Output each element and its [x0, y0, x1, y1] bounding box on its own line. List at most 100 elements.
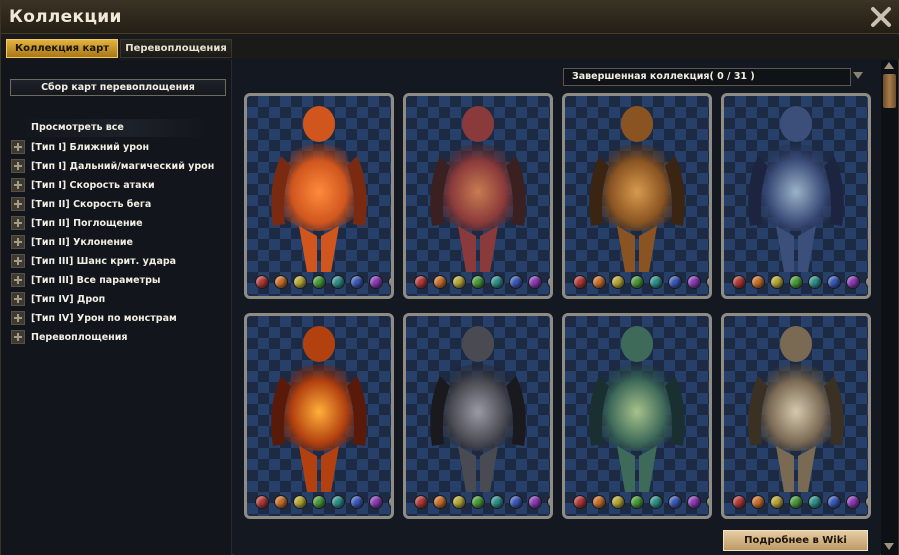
- view-all-item[interactable]: Просмотреть все: [11, 119, 211, 137]
- category-run-speed[interactable]: [Тип II] Скорость бега: [11, 196, 226, 213]
- card-gem-row: [573, 275, 709, 291]
- gem-slot-icon: [312, 495, 326, 509]
- gem-slot-icon: [789, 495, 803, 509]
- card-art: [271, 326, 367, 492]
- category-label: [Тип I] Скорость атаки: [31, 180, 155, 191]
- gem-slot-icon: [490, 275, 504, 289]
- title-bar: Коллекции: [1, 1, 899, 34]
- card-horned-warrior[interactable]: [403, 93, 553, 299]
- gem-slot-icon: [414, 495, 428, 509]
- plus-icon[interactable]: [11, 178, 25, 192]
- plus-icon[interactable]: [11, 235, 25, 249]
- card-gem-row: [732, 275, 868, 291]
- plus-icon[interactable]: [11, 311, 25, 325]
- plus-icon[interactable]: [11, 273, 25, 287]
- category-label: Перевоплощения: [31, 332, 128, 343]
- chevron-down-icon[interactable]: [853, 72, 863, 79]
- gem-slot-icon: [433, 275, 447, 289]
- category-label: [Тип III] Шанс крит. удара: [31, 256, 177, 267]
- category-transformations[interactable]: Перевоплощения: [11, 329, 226, 346]
- gem-slot-icon: [312, 275, 326, 289]
- wiki-details-button[interactable]: Подробнее в Wiki: [723, 530, 868, 551]
- collections-window: Коллекции Коллекция карт Перевоплощения …: [0, 0, 899, 555]
- card-art: [748, 106, 844, 272]
- gem-slot-icon: [808, 275, 822, 289]
- card-ram-knight[interactable]: [562, 93, 712, 299]
- gem-slot-icon: [471, 275, 485, 289]
- category-evasion[interactable]: [Тип II] Уклонение: [11, 234, 226, 251]
- gem-slot-icon: [649, 495, 663, 509]
- plus-icon[interactable]: [11, 140, 25, 154]
- plus-icon[interactable]: [11, 254, 25, 268]
- close-button[interactable]: [868, 4, 894, 30]
- gem-slot-icon: [528, 275, 542, 289]
- category-label: [Тип II] Уклонение: [31, 237, 133, 248]
- card-forest-archer[interactable]: [562, 313, 712, 519]
- gem-slot-icon: [846, 495, 860, 509]
- gem-slot-icon: [293, 275, 307, 289]
- gem-slot-icon: [751, 495, 765, 509]
- gem-slot-icon: [706, 495, 709, 509]
- category-label: [Тип III] Все параметры: [31, 275, 161, 286]
- scrollbar[interactable]: [881, 60, 898, 555]
- card-holy-valkyrie[interactable]: [721, 313, 871, 519]
- category-melee-damage[interactable]: [Тип I] Ближний урон: [11, 139, 226, 156]
- collection-filter-select[interactable]: Завершенная коллекция( 0 / 31 ): [563, 68, 851, 86]
- card-gem-row: [414, 275, 550, 291]
- card-art: [271, 106, 367, 272]
- plus-icon[interactable]: [11, 197, 25, 211]
- category-label: [Тип II] Скорость бега: [31, 199, 152, 210]
- card-black-knight[interactable]: [403, 313, 553, 519]
- category-ranged-magic-damage[interactable]: [Тип I] Дальний/магический урон: [11, 158, 226, 175]
- scroll-thumb[interactable]: [883, 74, 896, 108]
- window-title: Коллекции: [9, 7, 122, 27]
- gem-slot-icon: [732, 275, 746, 289]
- tab-card-collection[interactable]: Коллекция карт: [6, 39, 118, 58]
- card-flame-demoness[interactable]: [244, 93, 394, 299]
- gem-slot-icon: [592, 495, 606, 509]
- card-gem-row: [573, 495, 709, 511]
- category-panel: Сбор карт перевоплощения Просмотреть все…: [1, 60, 232, 555]
- card-art: [430, 106, 526, 272]
- scroll-down-arrow-icon[interactable]: [884, 543, 894, 550]
- gem-slot-icon: [732, 495, 746, 509]
- gem-slot-icon: [414, 275, 428, 289]
- gem-slot-icon: [471, 495, 485, 509]
- card-art: [589, 326, 685, 492]
- category-monster-damage[interactable]: [Тип IV] Урон по монстрам: [11, 310, 226, 327]
- category-drop[interactable]: [Тип IV] Дроп: [11, 291, 226, 308]
- gem-slot-icon: [509, 275, 523, 289]
- category-label: [Тип I] Дальний/магический урон: [31, 161, 215, 172]
- card-art: [589, 106, 685, 272]
- category-absorption[interactable]: [Тип II] Поглощение: [11, 215, 226, 232]
- category-all-stats[interactable]: [Тип III] Все параметры: [11, 272, 226, 289]
- gem-slot-icon: [827, 275, 841, 289]
- gem-slot-icon: [369, 495, 383, 509]
- gem-slot-icon: [865, 495, 868, 509]
- plus-icon[interactable]: [11, 330, 25, 344]
- gem-slot-icon: [350, 495, 364, 509]
- gem-slot-icon: [528, 495, 542, 509]
- tabs-bar: Коллекция карт Перевоплощения: [1, 35, 899, 59]
- card-dark-sorceress[interactable]: [721, 93, 871, 299]
- category-label: [Тип IV] Урон по монстрам: [31, 313, 177, 324]
- card-gem-row: [414, 495, 550, 511]
- scroll-up-arrow-icon[interactable]: [884, 62, 894, 69]
- category-attack-speed[interactable]: [Тип I] Скорость атаки: [11, 177, 226, 194]
- gem-slot-icon: [547, 275, 550, 289]
- gem-slot-icon: [452, 495, 466, 509]
- plus-icon[interactable]: [11, 159, 25, 173]
- card-fire-golem[interactable]: [244, 313, 394, 519]
- gem-slot-icon: [274, 495, 288, 509]
- gem-slot-icon: [865, 275, 868, 289]
- plus-icon[interactable]: [11, 216, 25, 230]
- category-crit-chance[interactable]: [Тип III] Шанс крит. удара: [11, 253, 226, 270]
- gem-slot-icon: [388, 495, 391, 509]
- category-label: [Тип I] Ближний урон: [31, 142, 150, 153]
- gem-slot-icon: [630, 495, 644, 509]
- collect-cards-button[interactable]: Сбор карт перевоплощения: [10, 79, 226, 96]
- gem-slot-icon: [573, 275, 587, 289]
- plus-icon[interactable]: [11, 292, 25, 306]
- tab-transformations[interactable]: Перевоплощения: [120, 39, 232, 58]
- card-gem-row: [732, 495, 868, 511]
